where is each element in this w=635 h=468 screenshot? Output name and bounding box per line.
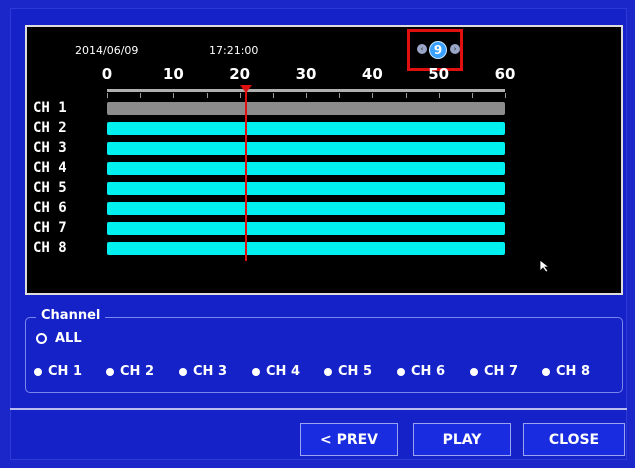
radio-dot-icon [106, 367, 114, 376]
minor-tick [140, 93, 142, 98]
channel-row-label: CH 5 [33, 180, 67, 196]
channel-option-label: CH 2 [120, 364, 154, 379]
radio-ring-icon [36, 333, 47, 344]
prev-button[interactable]: < PREV [300, 423, 398, 456]
minor-tick [471, 93, 473, 98]
time-display: 17:21:00 [209, 44, 259, 57]
recording-bar[interactable] [107, 162, 505, 175]
recording-bar[interactable] [107, 122, 505, 135]
radio-dot-icon [252, 367, 260, 376]
channel-option[interactable]: CH 8 [542, 364, 590, 379]
channel-option[interactable]: CH 6 [397, 364, 445, 379]
channel-option[interactable]: CH 4 [252, 364, 300, 379]
play-button[interactable]: PLAY [413, 423, 511, 456]
channel-option-label: CH 5 [338, 364, 372, 379]
minor-tick [206, 93, 208, 98]
minor-tick [239, 93, 241, 98]
radio-dot-icon [542, 367, 550, 376]
all-label: ALL [55, 331, 82, 346]
mouse-pointer-icon [539, 259, 551, 273]
radio-dot-icon [397, 367, 405, 376]
recording-bar[interactable] [107, 222, 505, 235]
channel-option-label: CH 7 [484, 364, 518, 379]
channel-option-label: CH 6 [411, 364, 445, 379]
tick-label: 0 [101, 65, 113, 83]
recording-bar[interactable] [107, 242, 505, 255]
minor-tick [372, 93, 374, 98]
next-hour-icon[interactable]: › [450, 44, 460, 54]
minor-tick [173, 93, 175, 98]
recording-bar[interactable] [107, 182, 505, 195]
channel-option-label: CH 8 [556, 364, 590, 379]
channel-row-label: CH 8 [33, 240, 67, 256]
channel-option[interactable]: CH 7 [470, 364, 518, 379]
channel-row-label: CH 7 [33, 220, 67, 236]
recording-bar[interactable] [107, 142, 505, 155]
tick-label: 40 [361, 65, 383, 83]
tick-label: 10 [162, 65, 184, 83]
channel-row-label: CH 6 [33, 200, 67, 216]
minor-tick [272, 93, 274, 98]
channel-option[interactable]: CH 1 [34, 364, 82, 379]
channel-option[interactable]: CH 5 [324, 364, 372, 379]
recording-bar[interactable] [107, 102, 505, 115]
divider [10, 408, 627, 410]
channel-legend: Channel [36, 308, 106, 323]
channel-row-label: CH 2 [33, 120, 67, 136]
tick-label: 30 [295, 65, 317, 83]
minor-tick [339, 93, 341, 98]
channel-select-group: Channel ALL CH 1 CH 2 CH 3 CH 4 CH 5 CH 6 CH 7… [25, 308, 623, 393]
minor-tick [306, 93, 307, 98]
date-display: 2014/06/09 [75, 44, 139, 57]
prev-hour-icon[interactable]: ‹ [417, 44, 427, 54]
channel-row-label: CH 1 [33, 100, 67, 116]
recording-bar[interactable] [107, 202, 505, 215]
channel-option[interactable]: CH 3 [179, 364, 227, 379]
timeline-panel[interactable]: 2014/06/09 17:21:00 ‹ 9 › 0 10 20 30 40 50 60 … [25, 25, 623, 295]
radio-dot-icon [179, 367, 187, 376]
channel-row-label: CH 3 [33, 140, 67, 156]
close-button[interactable]: CLOSE [523, 423, 625, 456]
radio-dot-icon [470, 367, 478, 376]
minor-tick [438, 93, 440, 98]
channel-option-label: CH 3 [193, 364, 227, 379]
channel-option-all[interactable]: ALL [36, 331, 82, 346]
channel-option-label: CH 4 [266, 364, 300, 379]
channel-row-label: CH 4 [33, 160, 67, 176]
tick-label: 60 [494, 65, 516, 83]
minor-tick [405, 93, 407, 98]
tick-label: 50 [428, 65, 450, 83]
minor-tick [505, 93, 506, 98]
playhead-line[interactable] [245, 91, 248, 261]
tick-label: 20 [229, 65, 251, 83]
minor-tick [107, 93, 108, 98]
radio-dot-icon [324, 367, 332, 376]
channel-option[interactable]: CH 2 [106, 364, 154, 379]
channel-option-label: CH 1 [48, 364, 82, 379]
radio-dot-icon [34, 367, 42, 376]
hour-dial-icon[interactable]: 9 [429, 41, 447, 59]
time-axis [107, 89, 505, 92]
